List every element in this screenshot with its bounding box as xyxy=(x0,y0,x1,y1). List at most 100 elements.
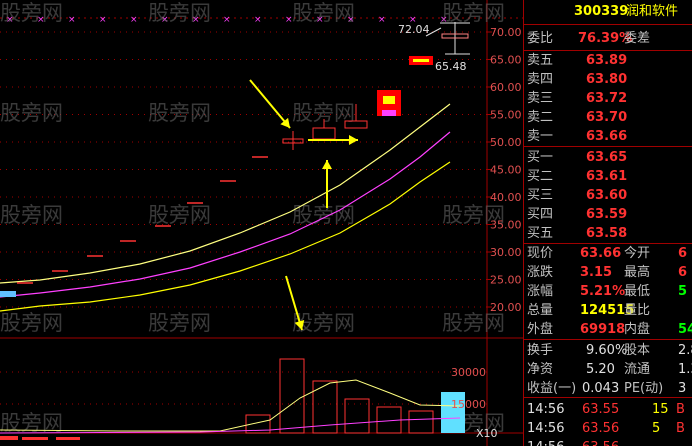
volume-bar xyxy=(279,358,305,434)
stat-label: 换手 xyxy=(527,343,554,358)
tick-volume: 5 xyxy=(652,421,661,436)
stat-row: 外盘 69918内盘 54 xyxy=(524,319,692,340)
watermark-text: 股旁网 xyxy=(0,203,63,227)
stat-value: 9.60% xyxy=(586,343,628,358)
stat-value: 69918 xyxy=(580,322,626,337)
period-marker: × xyxy=(68,15,76,25)
moving-averages xyxy=(0,103,451,312)
sell-level: 卖二 63.70 xyxy=(524,107,692,128)
stat-value: 6 xyxy=(678,265,688,280)
divider xyxy=(524,397,692,398)
tick-price: 63.56 xyxy=(582,421,620,436)
ma-line xyxy=(0,131,451,298)
price-tick: 45.00 xyxy=(490,164,522,177)
stat-label: 量比 xyxy=(624,303,651,318)
watermark-text: 股旁网 xyxy=(442,311,505,335)
level-label: 卖二 xyxy=(527,110,554,125)
stat-value: 5.21% xyxy=(580,284,626,299)
level-price: 63.59 xyxy=(586,207,628,222)
period-marker: × xyxy=(254,15,262,25)
price-tick: 35.00 xyxy=(490,219,522,232)
quote-panel: 300339 润和软件 委比 76.39% 委差 卖五 63.89 卖四 63.80 卖… xyxy=(523,0,692,446)
volume-bar xyxy=(56,437,80,440)
buy-level: 买四 63.59 xyxy=(524,204,692,225)
stat-row: 总量 124515 量比 xyxy=(524,300,692,321)
weibi-label: 委比 xyxy=(527,31,554,46)
sell-level: 卖五 63.89 xyxy=(524,50,692,71)
stat-label: 内盘 xyxy=(624,322,651,337)
level-price: 63.70 xyxy=(586,110,628,125)
stat-row: 涨幅 5.21% 最低 5 xyxy=(524,281,692,302)
sell-level: 卖一 63.66 xyxy=(524,126,692,147)
price-tick: 65.00 xyxy=(490,54,522,67)
tick-time: 14:56 xyxy=(527,421,565,436)
tick-row: 14:56 63.55 15 B xyxy=(524,399,692,420)
tick-price: 63.56 xyxy=(582,437,619,446)
period-marker: × xyxy=(223,15,231,25)
level-label: 买一 xyxy=(527,150,554,165)
period-marker: × xyxy=(378,15,386,25)
stock-code: 300339 xyxy=(574,4,629,19)
period-marker: × xyxy=(99,15,107,25)
watermark-text: 股旁网 xyxy=(148,101,211,125)
stat-label: 最高 xyxy=(624,265,651,280)
period-marker: × xyxy=(130,15,138,25)
price-tick: 20.00 xyxy=(490,301,522,314)
price-tick: 40.00 xyxy=(490,191,522,204)
price-tick: 30.00 xyxy=(490,246,522,259)
arrow-head xyxy=(322,160,332,169)
level-price: 63.72 xyxy=(586,91,628,106)
stat-label: 总量 xyxy=(527,303,554,318)
candle xyxy=(312,127,336,140)
volume-bar xyxy=(22,437,48,440)
stat-label: 今开 xyxy=(624,246,651,261)
level-price: 63.60 xyxy=(586,188,628,203)
weicha-label: 委差 xyxy=(624,31,651,46)
watermark-text: 股旁网 xyxy=(292,1,355,25)
kline-chart[interactable]: × × × × × × × × × × × × × × × 股旁网 股旁网 股旁网 股旁网股旁网 股旁网 股旁网股旁网… xyxy=(0,0,523,446)
volume-bars xyxy=(0,358,465,440)
watermark-text: 股旁网 xyxy=(148,311,211,335)
stat-value: 63.66 xyxy=(580,246,622,261)
buy-level: 买二 63.61 xyxy=(524,166,692,187)
watermark-text: 股旁网 xyxy=(0,101,63,125)
stat-label: 收益(一) xyxy=(527,381,577,396)
stat-label: PE(动) xyxy=(624,381,664,396)
low-label: 65.48 xyxy=(435,60,467,73)
stat-label: 涨跌 xyxy=(527,265,554,280)
price-tick: 50.00 xyxy=(490,136,522,149)
stat-value: 5 xyxy=(678,284,688,299)
level-price: 63.58 xyxy=(586,226,628,241)
weibi-row: 委比 76.39% 委差 xyxy=(524,28,692,49)
stat-label: 流通 xyxy=(624,362,651,377)
divider xyxy=(524,24,692,25)
stat-label: 涨幅 xyxy=(527,284,554,299)
stat-value: 5.20 xyxy=(586,362,615,377)
stat-value: 3.15 xyxy=(580,265,613,280)
volume-tick: 15000 xyxy=(451,398,486,411)
stat-label: 最低 xyxy=(624,284,651,299)
high-label: 72.04 xyxy=(398,23,430,36)
level-price: 63.61 xyxy=(586,169,628,184)
tick-price: 63.55 xyxy=(582,402,620,417)
level-label: 卖三 xyxy=(527,91,554,106)
stat-row: 换手 9.60%股本 2.8 xyxy=(524,340,692,361)
stat-value: 6 xyxy=(678,246,688,261)
arrow-head xyxy=(349,135,358,145)
buy-level: 买一 63.65 xyxy=(524,147,692,168)
candle xyxy=(383,96,395,104)
watermark-text: 股旁网 xyxy=(442,1,505,25)
level-label: 买二 xyxy=(527,169,554,184)
watermark-text: 股旁网 xyxy=(0,311,63,335)
buy-level: 买五 63.58 xyxy=(524,223,692,244)
tick-time: 14:56 xyxy=(527,402,565,417)
price-tick: 25.00 xyxy=(490,274,522,287)
price-tick: 55.00 xyxy=(490,109,522,122)
stat-label: 净资 xyxy=(527,362,554,377)
watermark-text: 股旁网 xyxy=(148,1,211,25)
level-label: 买三 xyxy=(527,188,554,203)
sell-level: 卖三 63.72 xyxy=(524,88,692,109)
stat-value: 3 xyxy=(678,381,687,396)
level-price: 63.89 xyxy=(586,53,628,68)
stat-label: 现价 xyxy=(527,246,554,261)
